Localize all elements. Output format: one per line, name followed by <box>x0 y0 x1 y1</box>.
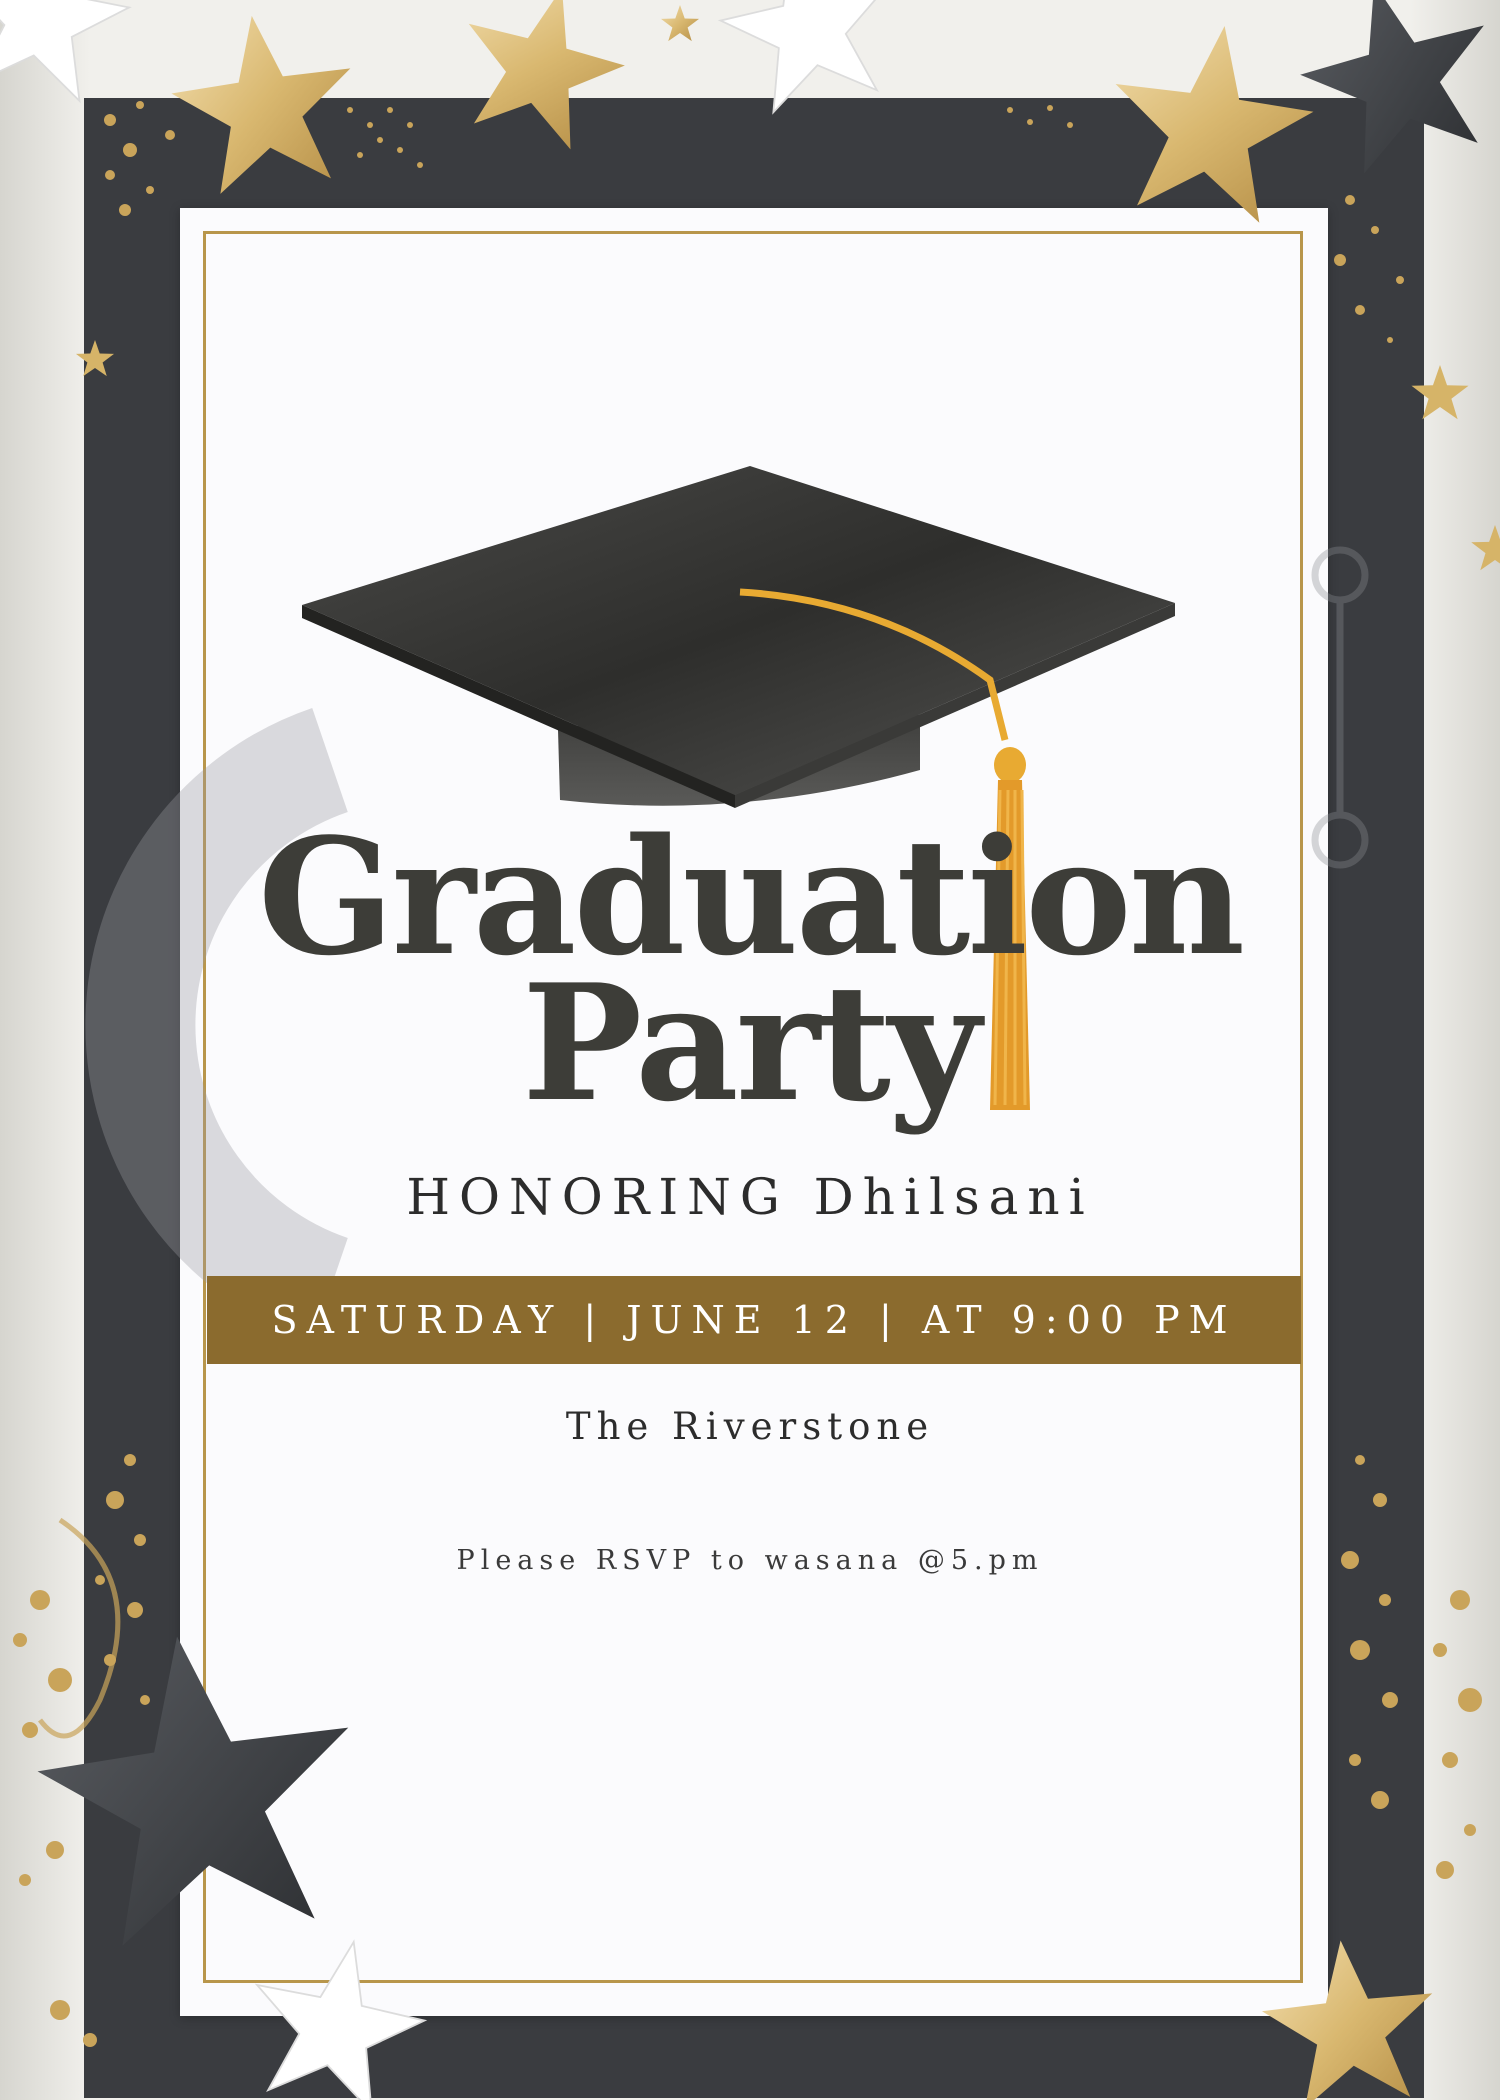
star-icon <box>0 0 1500 2100</box>
star-decorations <box>0 0 1500 2100</box>
invitation-page: Graduation Party HONORING Dhilsani SATUR… <box>0 0 1500 2100</box>
